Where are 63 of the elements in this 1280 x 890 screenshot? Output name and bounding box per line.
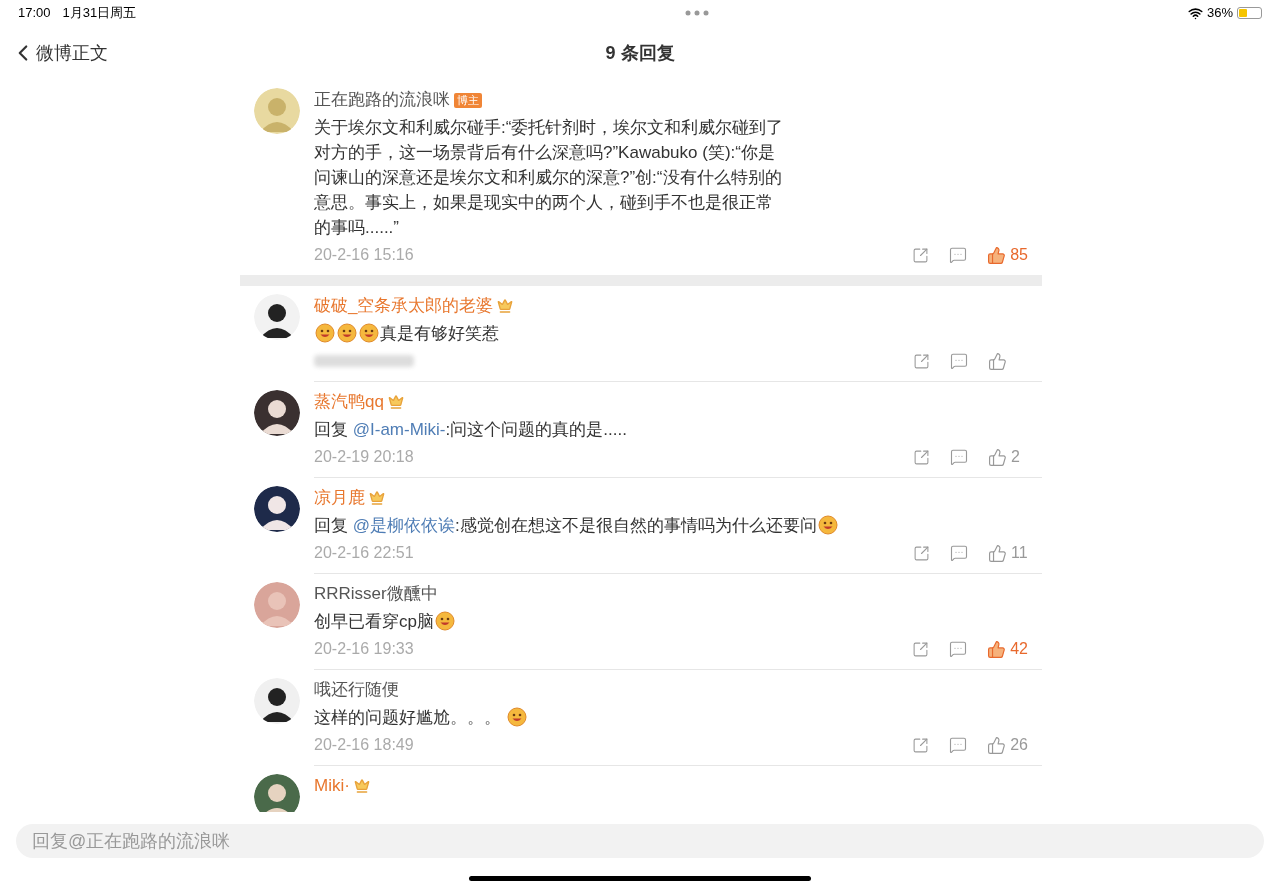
author-name[interactable]: 哦还行随便 bbox=[314, 677, 399, 703]
share-icon[interactable] bbox=[913, 352, 930, 370]
emoji-icon bbox=[434, 611, 455, 631]
comment-time: 20-2-16 19:33 bbox=[314, 639, 414, 659]
back-button[interactable]: 微博正文 bbox=[0, 39, 108, 67]
comment-icon[interactable] bbox=[950, 448, 968, 466]
crown-icon bbox=[387, 394, 404, 410]
author-name[interactable]: 凉月鹿 bbox=[314, 485, 365, 511]
mention-link[interactable]: @I-am-Miki- bbox=[352, 420, 446, 439]
like-count: 85 bbox=[1010, 245, 1028, 265]
like-count: 42 bbox=[1010, 639, 1028, 659]
more-dots-icon[interactable] bbox=[685, 10, 710, 16]
page-title: 9 条回复 bbox=[605, 41, 675, 65]
comment-time: 20-2-16 22:51 bbox=[314, 543, 414, 563]
comment-icon[interactable] bbox=[949, 640, 968, 658]
comment-icon[interactable] bbox=[950, 352, 968, 370]
like-count: 2 bbox=[1011, 447, 1020, 467]
comment-time: 20-2-16 18:49 bbox=[314, 735, 414, 755]
share-icon[interactable] bbox=[912, 246, 930, 264]
clock-time: 17:00 bbox=[18, 4, 51, 23]
like-count: 11 bbox=[1011, 543, 1028, 563]
crown-icon bbox=[369, 490, 385, 506]
reply-field[interactable]: 回复@正在跑路的流浪咪 bbox=[16, 824, 1264, 858]
like-icon[interactable] bbox=[988, 351, 1007, 371]
author-name[interactable]: 破破_空条承太郎的老婆 bbox=[314, 293, 494, 319]
emoji-icon bbox=[315, 323, 335, 343]
crown-icon bbox=[497, 298, 514, 314]
like-icon[interactable] bbox=[988, 543, 1007, 563]
share-icon[interactable] bbox=[912, 640, 930, 658]
comment-icon[interactable] bbox=[949, 736, 968, 754]
comment-text: 回复 @I-am-Miki-:问这个问题的真的是..... bbox=[314, 419, 628, 441]
comment-text: 回复 @是柳依依诶:感觉创在想这不是很自然的事情吗为什么还要问 bbox=[314, 513, 1042, 538]
like-count: 26 bbox=[1010, 735, 1028, 755]
mention-link[interactable]: @是柳依依诶 bbox=[352, 516, 455, 535]
share-icon[interactable] bbox=[913, 448, 930, 466]
comment-text: 创早已看穿cp脑 bbox=[314, 609, 1042, 634]
emoji-icon bbox=[337, 323, 357, 343]
like-icon[interactable] bbox=[987, 245, 1007, 265]
author-name[interactable]: 蒸汽鸭qq bbox=[314, 389, 384, 415]
battery-icon bbox=[1237, 7, 1262, 19]
comment-icon[interactable] bbox=[950, 544, 968, 562]
comment-time: 20-2-19 20:18 bbox=[314, 447, 414, 467]
comment-text: 真是有够好笑惹 bbox=[314, 321, 1042, 346]
like-icon[interactable] bbox=[987, 639, 1007, 659]
battery-percent: 36% bbox=[1206, 4, 1233, 23]
author-name[interactable]: Miki· bbox=[314, 773, 350, 799]
status-date: 1月31日周五 bbox=[62, 4, 137, 23]
crown-icon bbox=[353, 778, 370, 794]
comment-text: 这样的问题好尴尬。。。 bbox=[314, 705, 1042, 730]
blogger-badge: 博主 bbox=[454, 92, 482, 108]
like-icon[interactable] bbox=[988, 447, 1007, 467]
like-icon[interactable] bbox=[987, 735, 1007, 755]
author-name[interactable]: 正在跑路的流浪咪 bbox=[314, 87, 450, 113]
emoji-icon bbox=[817, 515, 838, 535]
comment-text: 关于埃尔文和利威尔碰手:“委托针剂时，埃尔文和利威尔碰到了对方的手，这一场景背后有什么深意吗?”Kawabuko (笑):“你是问谏山的深意还是埃尔文和利威尔的深意?”创:“没有什么特别的意思。事实上，如果是现实中的两个人，碰到手不也是很正常的事吗......” bbox=[314, 117, 784, 239]
comment-icon[interactable] bbox=[949, 246, 968, 264]
comment-time: 20-2-16 15:16 bbox=[314, 245, 414, 265]
emoji-icon bbox=[506, 707, 527, 727]
author-name[interactable]: RRRisser微醺中 bbox=[314, 581, 438, 607]
emoji-icon bbox=[359, 323, 379, 343]
share-icon[interactable] bbox=[912, 736, 930, 754]
wifi-icon bbox=[1187, 5, 1203, 21]
share-icon[interactable] bbox=[913, 544, 930, 562]
